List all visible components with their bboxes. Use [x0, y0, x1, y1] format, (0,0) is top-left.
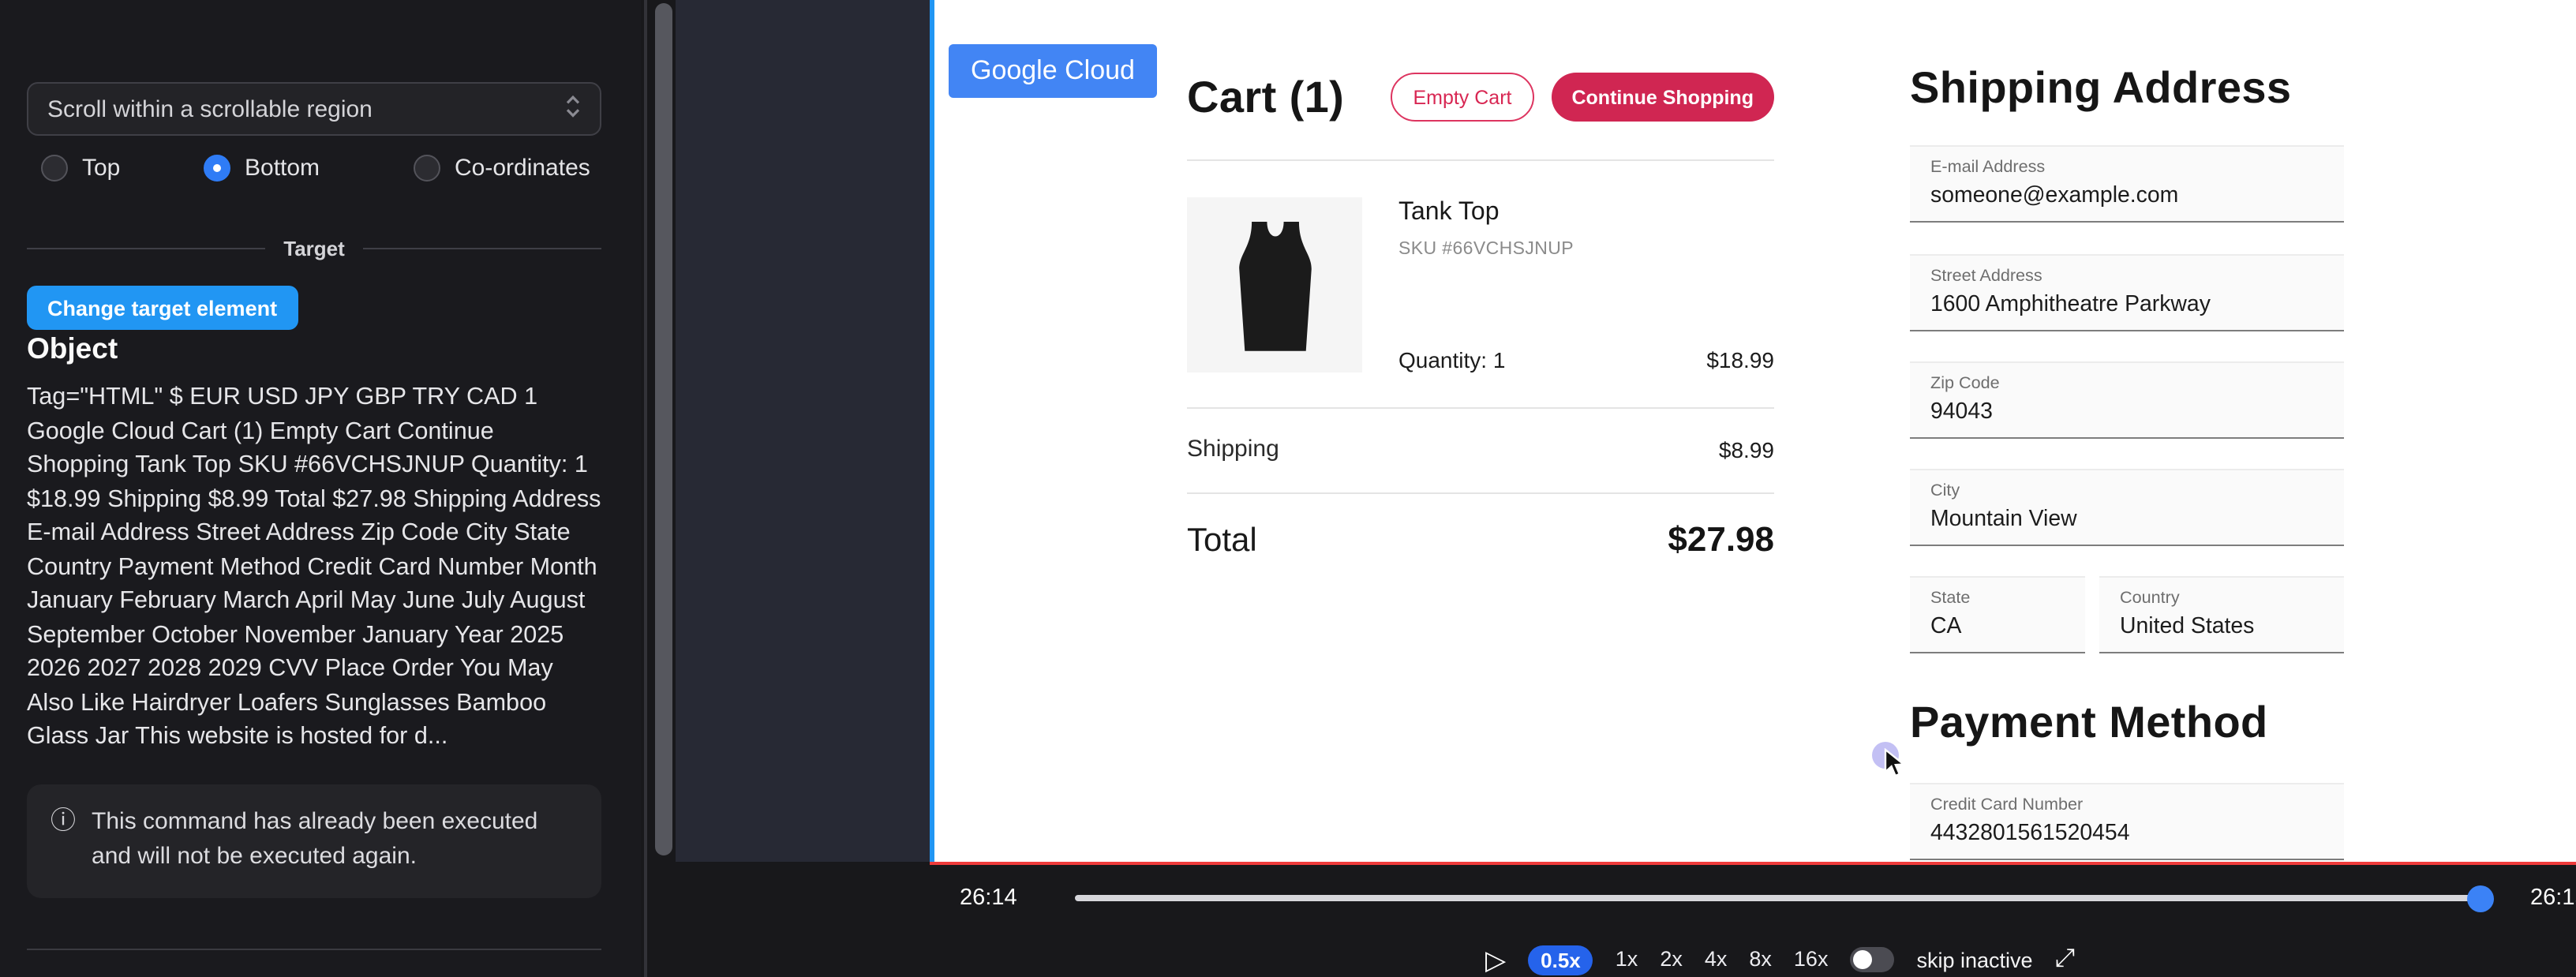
tank-top-illustration — [1205, 209, 1344, 361]
field-value: 1600 Amphitheatre Parkway — [1930, 292, 2323, 317]
radio-selected-icon — [204, 155, 230, 182]
cart-actions: Empty Cart Continue Shopping — [1391, 73, 1774, 122]
target-divider-label: Target — [283, 237, 345, 260]
total-label: Total — [1187, 522, 1257, 560]
panel-resizer[interactable] — [644, 0, 647, 977]
shipping-divider — [1187, 492, 1774, 494]
payment-method-title: Payment Method — [1910, 698, 2268, 748]
skip-inactive-label: skip inactive — [1916, 948, 2032, 971]
radio-top[interactable]: Top — [41, 155, 120, 182]
item-name: Tank Top — [1398, 199, 1500, 227]
inspector-panel: Scroll within a scrollable region Top Bo… — [0, 0, 641, 977]
cart-title: Cart (1) — [1187, 73, 1344, 123]
cart-header-divider — [1187, 159, 1774, 161]
panel-divider — [27, 949, 601, 950]
field-value: 4432801561520454 — [1930, 821, 2323, 846]
shipping-label: Shipping — [1187, 436, 1279, 462]
field-value: Mountain View — [1930, 507, 2323, 532]
viewport-gutter — [676, 0, 930, 862]
speed-2x-button[interactable]: 2x — [1660, 949, 1683, 971]
radio-label: Top — [82, 155, 120, 182]
object-heading: Object — [27, 331, 118, 366]
field-label: Country — [2120, 589, 2323, 608]
state-field[interactable]: State CA — [1910, 576, 2085, 653]
item-sku: SKU #66VCHSJNUP — [1398, 240, 1574, 259]
scroll-position-radios: Top Bottom Co-ordinates — [27, 155, 601, 189]
field-label: E-mail Address — [1930, 158, 2323, 177]
mouse-cursor-icon — [1883, 748, 1910, 788]
radio-label: Co-ordinates — [455, 155, 590, 182]
current-time: 26:14 — [960, 885, 1017, 911]
field-label: State — [1930, 589, 2065, 608]
city-field[interactable]: City Mountain View — [1910, 469, 2344, 546]
country-field[interactable]: Country United States — [2099, 576, 2344, 653]
field-value: CA — [1930, 614, 2065, 639]
tank-top-image — [1187, 197, 1362, 372]
replayed-page: Cart (1) Empty Cart Continue Shopping Ta… — [934, 0, 2576, 862]
vertical-scrollbar[interactable] — [655, 3, 672, 855]
speed-8x-button[interactable]: 8x — [1749, 949, 1772, 971]
toggle-knob — [1853, 950, 1872, 969]
app-root: Scroll within a scrollable region Top Bo… — [0, 0, 2576, 977]
action-select[interactable]: Scroll within a scrollable region — [27, 82, 601, 136]
radio-circle-icon — [41, 155, 68, 182]
element-highlight-line — [930, 0, 934, 862]
target-section-divider: Target — [27, 237, 601, 260]
street-address-field[interactable]: Street Address 1600 Amphitheatre Parkway — [1910, 254, 2344, 331]
divider-line — [364, 248, 601, 249]
continue-shopping-button[interactable]: Continue Shopping — [1551, 73, 1774, 122]
speed-16x-button[interactable]: 16x — [1794, 949, 1829, 971]
seek-thumb[interactable] — [2467, 885, 2494, 912]
item-price: $18.99 — [1706, 347, 1774, 372]
field-value: United States — [2120, 614, 2323, 639]
highlight-label-badge: Google Cloud — [949, 44, 1157, 98]
item-quantity: Quantity: 1 — [1398, 347, 1505, 372]
field-value: 94043 — [1930, 399, 2323, 425]
action-select-value: Scroll within a scrollable region — [47, 95, 565, 122]
empty-cart-button[interactable]: Empty Cart — [1391, 73, 1533, 122]
field-value: someone@example.com — [1930, 183, 2323, 208]
skip-inactive-toggle[interactable] — [1850, 947, 1894, 972]
zip-code-field[interactable]: Zip Code 94043 — [1910, 361, 2344, 439]
radio-circle-icon — [414, 155, 440, 182]
speed-1x-button[interactable]: 1x — [1616, 949, 1638, 971]
viewport-boundary-line — [930, 862, 2576, 865]
shipping-address-title: Shipping Address — [1910, 63, 2291, 114]
field-label: Credit Card Number — [1930, 795, 2323, 814]
player-controls: ▷ 0.5x 1x 2x 4x 8x 16x skip inactive ⤢ — [1485, 939, 2075, 977]
radio-coordinates[interactable]: Co-ordinates — [414, 155, 590, 182]
credit-card-field[interactable]: Credit Card Number 4432801561520454 — [1910, 783, 2344, 860]
total-price: $27.98 — [1668, 519, 1774, 560]
play-button[interactable]: ▷ — [1485, 946, 1506, 973]
speed-05x-button[interactable]: 0.5x — [1528, 945, 1593, 975]
cart-item-divider — [1187, 407, 1774, 409]
seek-bar[interactable] — [1075, 895, 2489, 901]
executed-notice: ⓘ This command has already been executed… — [27, 784, 601, 898]
info-icon: ⓘ — [51, 805, 76, 878]
shipping-price: $8.99 — [1719, 437, 1774, 462]
radio-bottom[interactable]: Bottom — [204, 155, 320, 182]
radio-label: Bottom — [245, 155, 320, 182]
object-dom-text: Tag="HTML" $ EUR USD JPY GBP TRY CAD 1 G… — [27, 380, 601, 754]
email-field[interactable]: E-mail Address someone@example.com — [1910, 145, 2344, 223]
divider-line — [27, 248, 264, 249]
field-label: City — [1930, 481, 2323, 500]
executed-notice-text: This command has already been executed a… — [92, 805, 578, 878]
select-chevrons-icon — [565, 94, 581, 124]
fullscreen-button[interactable]: ⤢ — [2055, 947, 2076, 972]
field-label: Zip Code — [1930, 374, 2323, 393]
end-time: 26:15 — [2530, 885, 2576, 911]
field-label: Street Address — [1930, 267, 2323, 286]
change-target-button[interactable]: Change target element — [27, 286, 298, 330]
speed-4x-button[interactable]: 4x — [1705, 949, 1728, 971]
